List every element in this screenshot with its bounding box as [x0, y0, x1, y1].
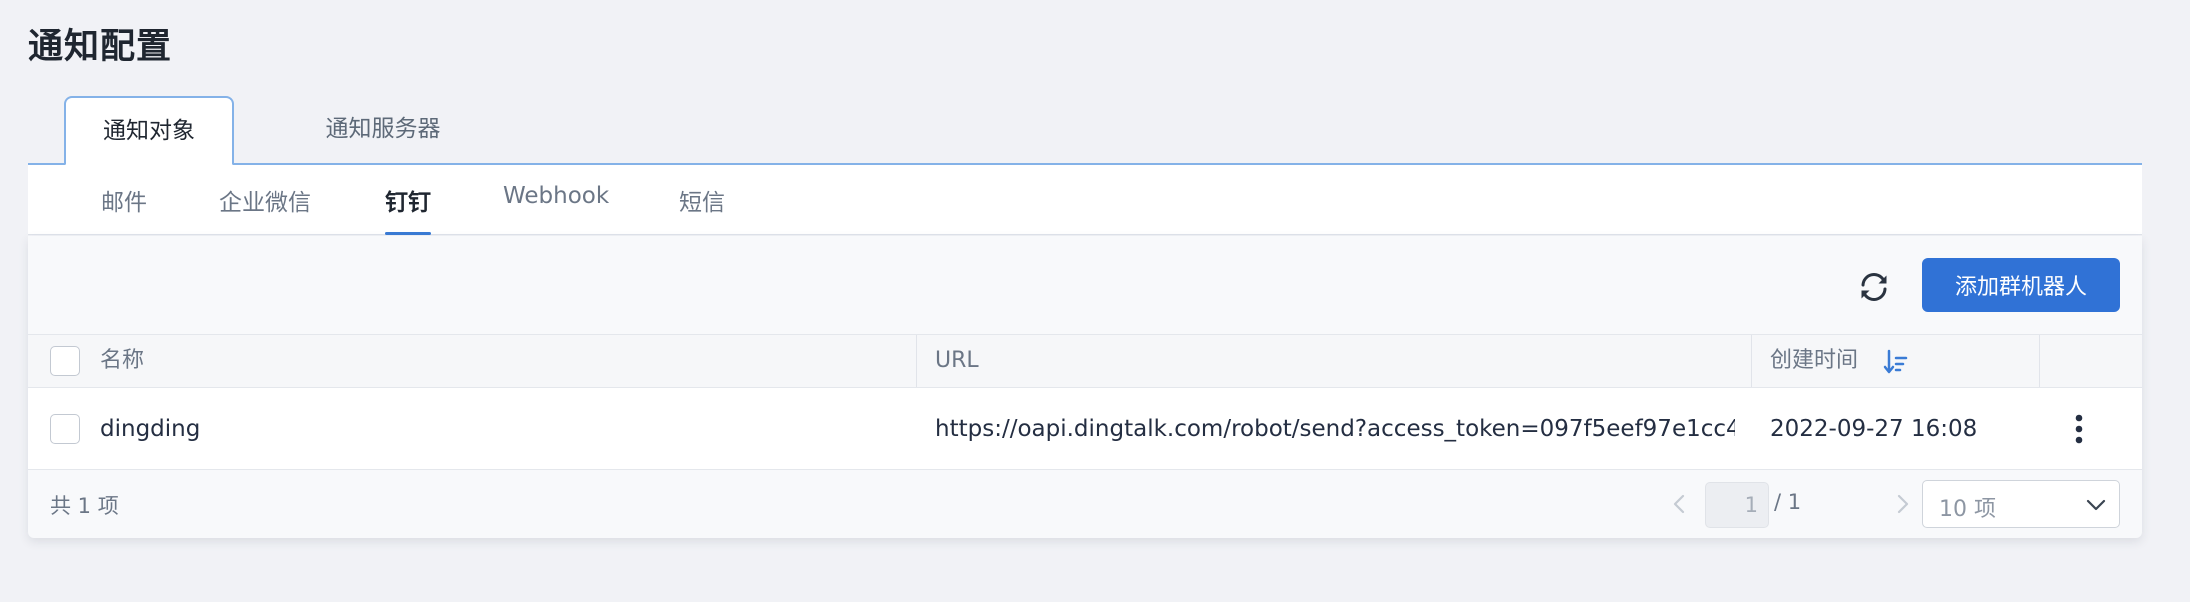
tab-notification-servers[interactable]: 通知服务器	[278, 96, 488, 166]
add-robot-button[interactable]: 添加群机器人	[1922, 258, 2120, 312]
toolbar: 添加群机器人	[28, 236, 2142, 334]
column-header-name[interactable]: 名称	[100, 335, 144, 387]
tab-notification-targets[interactable]: 通知对象	[64, 96, 234, 166]
refresh-icon	[1861, 273, 1887, 301]
row-name[interactable]: dingding	[100, 388, 200, 470]
next-page-button[interactable]	[1889, 490, 1917, 518]
tab-sms[interactable]: 短信	[679, 183, 725, 235]
tab-webhook[interactable]: Webhook	[503, 183, 609, 235]
tab-dingtalk[interactable]: 钉钉	[385, 183, 431, 235]
page-size-select[interactable]: 10 项	[1922, 480, 2120, 528]
sort-descending-icon[interactable]	[1882, 348, 1910, 380]
select-all-checkbox[interactable]	[50, 346, 80, 376]
page-title: 通知配置	[28, 27, 173, 67]
column-divider	[2039, 335, 2040, 387]
row-actions-button[interactable]	[2064, 412, 2094, 446]
column-divider	[1751, 335, 1752, 387]
table-row[interactable]: dingding https://oapi.dingtalk.com/robot…	[28, 388, 2142, 470]
page-size-value: 10 项	[1939, 497, 1996, 522]
column-header-url[interactable]: URL	[935, 335, 979, 387]
robot-list-card: 添加群机器人 名称 URL 创建时间 dingding https://oapi…	[28, 236, 2142, 538]
column-header-created[interactable]: 创建时间	[1770, 335, 1858, 387]
previous-page-button[interactable]	[1665, 490, 1693, 518]
more-vertical-icon	[2075, 414, 2083, 444]
chevron-down-icon	[2086, 499, 2106, 511]
chevron-right-icon	[1897, 494, 1909, 514]
page-number-input[interactable]	[1705, 482, 1769, 528]
column-divider	[916, 335, 917, 387]
page-total: / 1	[1774, 490, 1802, 514]
total-count: 共 1 项	[50, 494, 119, 518]
refresh-button[interactable]	[1854, 267, 1894, 307]
row-checkbox[interactable]	[50, 414, 80, 444]
table-header: 名称 URL 创建时间	[28, 334, 2142, 388]
row-created-time: 2022-09-27 16:08	[1770, 416, 1978, 442]
row-url: https://oapi.dingtalk.com/robot/send?acc…	[935, 416, 1735, 442]
channel-tab-bar: 邮件 企业微信 钉钉 Webhook 短信	[28, 165, 2142, 235]
tab-email[interactable]: 邮件	[101, 183, 147, 235]
chevron-left-icon	[1673, 494, 1685, 514]
tab-wecom[interactable]: 企业微信	[219, 183, 311, 235]
pagination-bar: 共 1 项 / 1 10 项	[28, 470, 2142, 538]
top-tab-bar: 通知对象 通知服务器	[28, 95, 2142, 166]
